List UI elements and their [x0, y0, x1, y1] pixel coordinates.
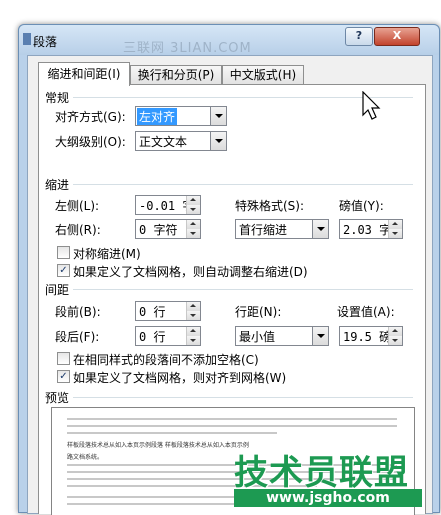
space-after-label: 段后(F): — [55, 330, 100, 344]
preview-placeholder-line — [67, 418, 397, 420]
alignment-dropdown[interactable]: 左对齐 — [135, 106, 227, 126]
indent-right-spinner[interactable]: 0 字符 — [135, 219, 201, 239]
indent-by-value: 2.03 字 — [343, 223, 392, 237]
line-spacing-label: 行距(N): — [235, 305, 282, 319]
preview-placeholder-line — [67, 425, 397, 427]
outline-level-value: 正文文本 — [139, 135, 188, 149]
brand-name: 技术员联盟 — [234, 453, 409, 493]
alignment-label: 对齐方式(G): — [55, 110, 126, 124]
spacing-at-value: 19.5 磅 — [343, 330, 392, 344]
indent-section-header: 缩进 — [45, 178, 70, 192]
watermark-text: 三联网 3LIAN.COM — [123, 41, 252, 56]
spin-down-icon[interactable] — [187, 229, 200, 238]
chevron-down-icon[interactable] — [312, 220, 328, 238]
app-icon — [23, 33, 31, 45]
preview-placeholder-line — [67, 432, 277, 434]
indent-left-spinner[interactable]: -0.01 字 — [135, 195, 201, 215]
tab-indent-spacing[interactable]: 缩进和间距(I) — [38, 62, 130, 86]
section-divider — [73, 397, 413, 398]
spin-down-icon[interactable] — [389, 229, 402, 238]
spin-down-icon[interactable] — [187, 205, 200, 214]
mirror-indent-label: 对称缩进(M) — [73, 247, 141, 261]
outline-level-label: 大纲级别(O): — [55, 135, 126, 149]
space-before-value: 0 行 — [139, 305, 166, 319]
chevron-down-icon[interactable] — [210, 132, 226, 150]
preview-sample-line: 样板段落技术总从如入本页示例段落 样板段落技术总从如入本页示例 — [67, 442, 249, 449]
auto-adjust-indent-checkbox[interactable]: ✓ — [57, 264, 70, 277]
indent-by-label: 磅值(Y): — [339, 199, 384, 213]
dialog-title: 段落 — [33, 35, 58, 49]
indent-by-spinner[interactable]: 2.03 字 — [339, 219, 403, 239]
line-spacing-dropdown[interactable]: 最小值 — [235, 326, 329, 346]
chevron-down-icon[interactable] — [312, 327, 328, 345]
spacing-section-header: 间距 — [45, 283, 70, 297]
no-space-same-style-label: 在相同样式的段落间不添加空格(C) — [73, 353, 259, 367]
section-divider — [73, 184, 413, 185]
space-after-value: 0 行 — [139, 330, 166, 344]
title-bar[interactable]: 段落 三联网 3LIAN.COM ? X — [19, 25, 439, 56]
special-indent-value: 首行缩进 — [239, 223, 288, 237]
space-before-spinner[interactable]: 0 行 — [135, 301, 201, 321]
chevron-down-icon[interactable] — [210, 107, 226, 125]
space-after-spinner[interactable]: 0 行 — [135, 326, 201, 346]
special-indent-dropdown[interactable]: 首行缩进 — [235, 219, 329, 239]
spacing-at-spinner[interactable]: 19.5 磅 — [339, 326, 403, 346]
help-button[interactable]: ? — [345, 27, 373, 46]
general-section-header: 常规 — [45, 91, 70, 105]
alignment-value: 左对齐 — [137, 108, 178, 125]
spacing-at-label: 设置值(A): — [337, 305, 395, 319]
site-logo-overlay: 技术员联盟 www.jsgho.com — [234, 445, 422, 507]
no-space-same-style-checkbox[interactable] — [57, 352, 70, 365]
mouse-pointer-icon — [362, 91, 381, 120]
mirror-indent-checkbox[interactable] — [57, 246, 70, 259]
special-indent-label: 特殊格式(S): — [235, 199, 305, 213]
tab-asian-typography[interactable]: 中文版式(H) — [222, 65, 304, 85]
indent-left-label: 左侧(L): — [55, 199, 100, 213]
snap-to-grid-label: 如果定义了文档网格，则对齐到网格(W) — [73, 371, 287, 385]
spin-down-icon[interactable] — [389, 336, 402, 345]
auto-adjust-indent-label: 如果定义了文档网格，则自动调整右缩进(D) — [73, 265, 308, 279]
snap-to-grid-checkbox[interactable]: ✓ — [57, 370, 70, 383]
outline-level-dropdown[interactable]: 正文文本 — [135, 131, 227, 151]
indent-right-value: 0 字符 — [139, 223, 178, 237]
space-before-label: 段前(B): — [55, 305, 101, 319]
preview-sample-line: 路文档系统。 — [67, 454, 104, 461]
close-button[interactable]: X — [374, 27, 420, 46]
spin-down-icon[interactable] — [187, 311, 200, 320]
preview-section-header: 预览 — [45, 391, 70, 405]
indent-right-label: 右侧(R): — [55, 223, 101, 237]
tab-line-page-breaks[interactable]: 换行和分页(P) — [130, 65, 222, 85]
section-divider — [73, 289, 413, 290]
line-spacing-value: 最小值 — [239, 330, 276, 344]
spin-down-icon[interactable] — [187, 336, 200, 345]
brand-url: www.jsgho.com — [234, 489, 422, 507]
